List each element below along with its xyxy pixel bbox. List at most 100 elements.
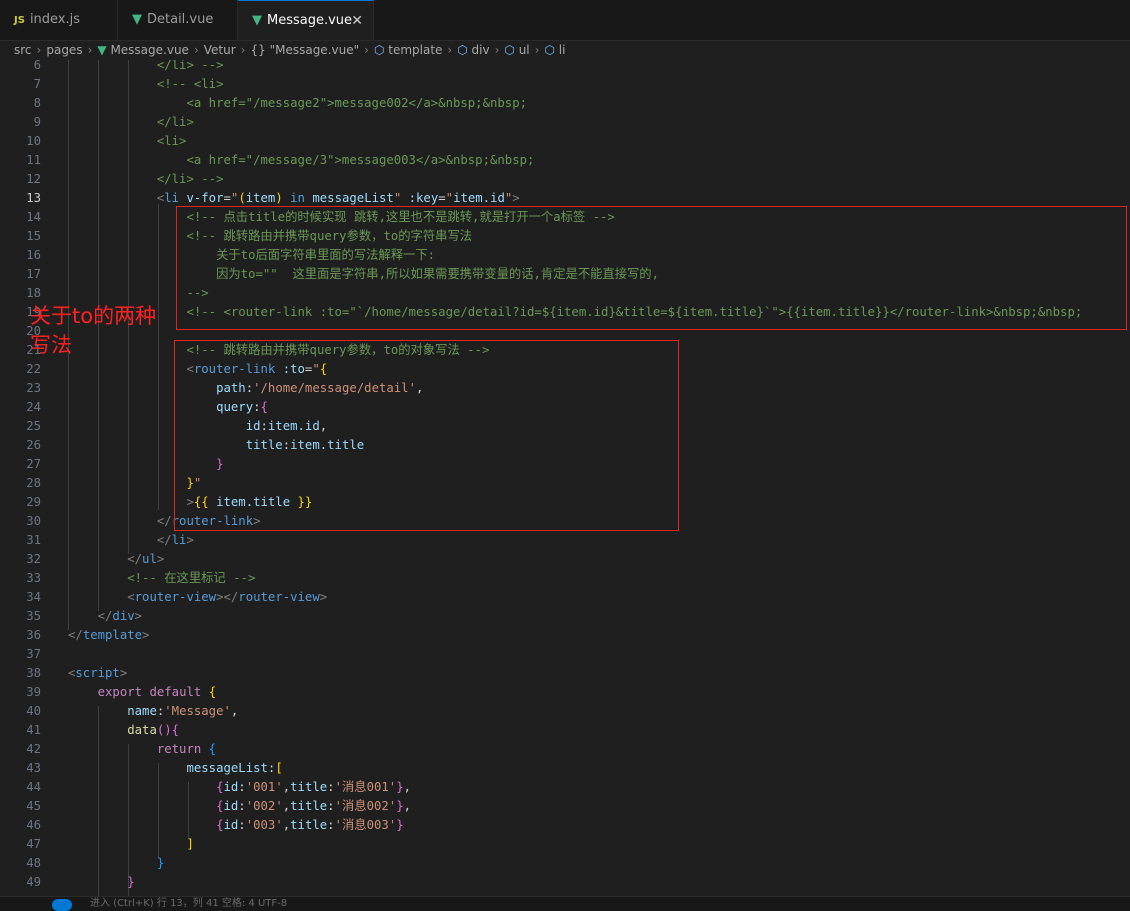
code-text: <!-- <li> xyxy=(68,75,224,94)
code-line[interactable]: 39 export default { xyxy=(0,683,1130,702)
line-number: 41 xyxy=(26,723,41,737)
code-text: </div> xyxy=(68,607,142,626)
code-token: ( xyxy=(238,191,246,205)
tab-message-vue[interactable]: ▼ Message.vue ✕ xyxy=(238,0,374,40)
tab-detail-vue[interactable]: ▼ Detail.vue xyxy=(118,0,238,40)
code-line[interactable]: 29 >{{ item.title }} xyxy=(0,493,1130,512)
code-line[interactable]: 12 </li> --> xyxy=(0,170,1130,189)
code-text: </li> --> xyxy=(68,170,224,189)
code-token: : xyxy=(327,780,335,794)
code-line[interactable]: 36 </template> xyxy=(0,626,1130,645)
code-line[interactable]: 33 <!-- 在这里标记 --> xyxy=(0,569,1130,588)
code-line[interactable]: 30 </router-link> xyxy=(0,512,1130,531)
code-line[interactable]: 17 因为to="" 这里面是字符串,所以如果需要携带变量的话,肯定是不能直接写… xyxy=(0,265,1130,284)
annotation-text: 关于to的两种 写法 xyxy=(30,302,180,360)
line-number: 30 xyxy=(26,514,41,528)
code-line[interactable]: 7 <!-- <li> xyxy=(0,75,1130,94)
code-line[interactable]: 43 messageList:[ xyxy=(0,759,1130,778)
code-line[interactable]: 35 </div> xyxy=(0,607,1130,626)
code-line[interactable]: 25 id:item.id, xyxy=(0,417,1130,436)
code-token: id xyxy=(223,818,239,832)
code-line[interactable]: 15 <!-- 跳转路由并携带query参数，to的字符串写法 xyxy=(0,227,1130,246)
line-number: 27 xyxy=(26,457,41,471)
close-icon[interactable]: ✕ xyxy=(351,1,363,41)
code-line[interactable]: 28 }" xyxy=(0,474,1130,493)
code-line[interactable]: 14 <!-- 点击title的时候实现 跳转,这里也不是跳转,就是打开一个a标… xyxy=(0,208,1130,227)
code-token: , xyxy=(415,381,424,395)
line-number: 16 xyxy=(26,248,41,262)
code-token: 关于to后面字符串里面的写法解释一下: xyxy=(68,248,436,262)
code-text: <a href="/message2">message002</a>&nbsp;… xyxy=(68,94,527,113)
code-token: }} xyxy=(297,495,313,509)
code-line[interactable]: 32 </ul> xyxy=(0,550,1130,569)
breadcrumb-vetur[interactable]: Vetur xyxy=(204,43,236,57)
code-line[interactable]: 42 return { xyxy=(0,740,1130,759)
line-number: 43 xyxy=(26,761,41,775)
line-number: 23 xyxy=(26,381,41,395)
remote-indicator[interactable] xyxy=(52,899,72,911)
tab-index-js[interactable]: JS index.js xyxy=(0,0,118,40)
code-line[interactable]: 31 </li> xyxy=(0,531,1130,550)
code-line[interactable]: 34 <router-view></router-view> xyxy=(0,588,1130,607)
code-token: : xyxy=(238,780,246,794)
code-line[interactable]: 10 <li> xyxy=(0,132,1130,151)
code-token: '消息003' xyxy=(334,818,397,832)
code-token: : xyxy=(260,419,268,433)
breadcrumb-li[interactable]: li xyxy=(559,43,566,57)
code-text: <router-view></router-view> xyxy=(68,588,327,607)
code-line[interactable]: 11 <a href="/message/3">message003</a>&n… xyxy=(0,151,1130,170)
code-token: id xyxy=(245,419,261,433)
code-line[interactable]: 38 <script> xyxy=(0,664,1130,683)
code-line[interactable]: 18 --> xyxy=(0,284,1130,303)
code-line[interactable]: 44 {id:'001',title:'消息001'}, xyxy=(0,778,1130,797)
code-token: title xyxy=(290,818,328,832)
code-line[interactable]: 8 <a href="/message2">message002</a>&nbs… xyxy=(0,94,1130,113)
code-line[interactable]: 9 </li> xyxy=(0,113,1130,132)
code-line[interactable]: 41 data(){ xyxy=(0,721,1130,740)
code-token: } xyxy=(396,780,404,794)
code-token: : xyxy=(327,799,335,813)
breadcrumb-pages[interactable]: pages xyxy=(46,43,82,57)
code-line[interactable]: 48 } xyxy=(0,854,1130,873)
breadcrumb-module[interactable]: "Message.vue" xyxy=(270,43,360,57)
code-token: > xyxy=(156,552,165,566)
breadcrumb-ul[interactable]: ul xyxy=(519,43,530,57)
code-line[interactable]: 45 {id:'002',title:'消息002'}, xyxy=(0,797,1130,816)
code-text: </li> xyxy=(68,531,194,550)
code-token: title xyxy=(245,438,283,452)
line-number: 48 xyxy=(26,856,41,870)
code-line[interactable]: 6 </li> --> xyxy=(0,60,1130,75)
line-number: 39 xyxy=(26,685,41,699)
breadcrumb-src[interactable]: src xyxy=(14,43,32,57)
code-text: } xyxy=(68,873,134,892)
breadcrumb-file[interactable]: Message.vue xyxy=(110,43,189,57)
code-token: 因为to="" 这里面是字符串,所以如果需要携带变量的话,肯定是不能直接写的, xyxy=(68,267,660,281)
line-number: 29 xyxy=(26,495,41,509)
code-token: } xyxy=(68,457,224,471)
code-line[interactable]: 46 {id:'003',title:'消息003'} xyxy=(0,816,1130,835)
code-editor[interactable]: 6 </li> --> 7 <!-- <li> 8 <a href="/messag… xyxy=(0,60,1130,896)
code-line[interactable]: 49 } xyxy=(0,873,1130,892)
code-line[interactable]: 47 ] xyxy=(0,835,1130,854)
code-token: <a href="/message/3">message003</a>&nbsp… xyxy=(68,153,535,167)
code-line[interactable]: 37 xyxy=(0,645,1130,664)
code-line[interactable]: 23 path:'/home/message/detail', xyxy=(0,379,1130,398)
code-token: router-link xyxy=(171,514,254,528)
code-token: </li> --> xyxy=(68,172,224,186)
code-line[interactable]: 27 } xyxy=(0,455,1130,474)
line-number: 17 xyxy=(26,267,41,281)
code-token: :to xyxy=(282,362,305,376)
code-token: <!-- <router-link :to="`/home/message/de… xyxy=(68,305,1083,319)
code-line[interactable]: 22 <router-link :to="{ xyxy=(0,360,1130,379)
code-line[interactable]: 24 query:{ xyxy=(0,398,1130,417)
code-line[interactable]: 13 <li v-for="(item) in messageList" :ke… xyxy=(0,189,1130,208)
code-token: } xyxy=(396,799,404,813)
breadcrumb-div[interactable]: div xyxy=(472,43,490,57)
breadcrumb-template[interactable]: template xyxy=(388,43,442,57)
code-token: id xyxy=(223,799,239,813)
code-line[interactable]: 26 title:item.title xyxy=(0,436,1130,455)
code-line[interactable]: 40 name:'Message', xyxy=(0,702,1130,721)
line-number: 42 xyxy=(26,742,41,756)
code-line[interactable]: 16 关于to后面字符串里面的写法解释一下: xyxy=(0,246,1130,265)
